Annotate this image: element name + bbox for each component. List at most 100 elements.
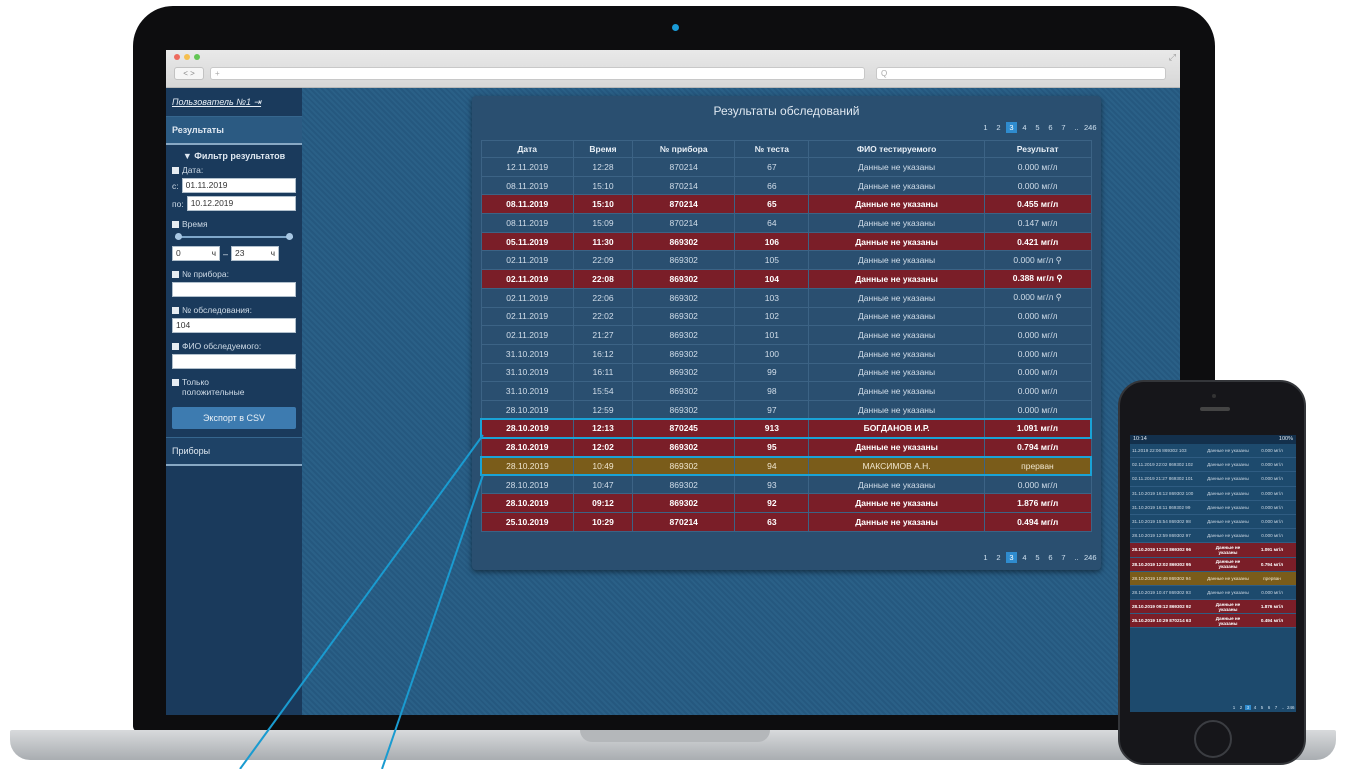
table-row[interactable]: 31.10.2019 16:11 869302 99 Данные не указаны… <box>480 362 1092 383</box>
phone-list-item[interactable]: 02.11.2019 21:27 869302 101 Данные не ука… <box>1130 472 1296 487</box>
table-row[interactable]: 02.11.2019 21:27 869302 101 Данные не указан… <box>480 325 1092 345</box>
phone-page-link[interactable]: 1 <box>1231 705 1237 710</box>
address-bar[interactable]: + <box>210 67 865 80</box>
phone-list-item[interactable]: 28.10.2019 09:12 869302 92 Данные не указ… <box>1130 600 1296 615</box>
column-header[interactable]: Дата <box>480 140 574 158</box>
page-link[interactable]: 4 <box>1019 122 1030 133</box>
time-checkbox[interactable] <box>172 220 179 228</box>
table-row[interactable]: 02.11.2019 22:09 869302 105 Данные не указан… <box>480 250 1092 271</box>
column-header[interactable]: № прибора <box>632 140 736 158</box>
phone-page-link[interactable]: 246 <box>1287 705 1295 710</box>
phone-list-item[interactable]: 31.10.2019 16:12 869302 100 Данные не ука… <box>1130 487 1296 501</box>
table-cell: МАКСИМОВ А.Н. <box>808 455 985 477</box>
page-link[interactable]: 7 <box>1058 552 1069 563</box>
name-checkbox[interactable] <box>172 342 179 350</box>
table-cell: 0.494 мг/л <box>983 512 1092 532</box>
phone-list-item[interactable]: 25.10.2019 10:29 870214 63 Данные не указ… <box>1130 614 1296 629</box>
phone-list-item[interactable]: 28.10.2019 12:59 869302 97 Данные не указ… <box>1130 529 1296 544</box>
column-header[interactable]: ФИО тестируемого <box>808 140 985 158</box>
device-input[interactable] <box>172 282 296 297</box>
table-row[interactable]: 31.10.2019 15:54 869302 98 Данные не указаны… <box>480 381 1092 401</box>
time-from-input[interactable]: 0ч <box>172 246 220 261</box>
table-row[interactable]: 28.10.2019 10:47 869302 93 Данные не указаны… <box>480 474 1092 495</box>
table-row[interactable]: 08.11.2019 15:10 870214 65 Данные не указаны… <box>480 194 1092 215</box>
export-csv-button[interactable]: Экспорт в CSV <box>172 407 296 429</box>
column-header[interactable]: Время <box>572 140 634 158</box>
phone-page-link[interactable]: 2 <box>1238 705 1244 710</box>
phone-page-link[interactable]: 5 <box>1259 705 1265 710</box>
table-row[interactable]: 02.11.2019 22:02 869302 102 Данные не указан… <box>480 306 1092 327</box>
slider-handle-max[interactable] <box>286 233 293 240</box>
date-from-input[interactable]: 01.11.2019 <box>181 178 296 193</box>
phone-list-item[interactable]: 28.10.2019 10:49 869302 94 Данные не указ… <box>1130 571 1296 586</box>
page-link[interactable]: 5 <box>1032 552 1043 563</box>
table-row[interactable]: 08.11.2019 15:09 870214 64 Данные не указаны… <box>480 213 1092 233</box>
maximize-dot[interactable] <box>194 54 200 60</box>
table-row[interactable]: 12.11.2019 12:28 870214 67 Данные не указаны… <box>480 157 1092 177</box>
table-cell: прерван <box>983 455 1092 477</box>
browser-search[interactable]: Q <box>876 67 1166 80</box>
home-button[interactable] <box>1194 720 1232 758</box>
table-row[interactable]: 28.10.2019 10:49 869302 94 МАКСИМОВ А.Н. прер… <box>479 455 1092 477</box>
page-link[interactable]: .. <box>1071 552 1082 563</box>
phone-list-item[interactable]: 28.10.2019 12:13 869302 96 Данные не указ… <box>1130 543 1296 558</box>
logout-icon[interactable]: ⇥ <box>254 97 262 107</box>
table-row[interactable]: 25.10.2019 10:29 870214 63 Данные не указаны… <box>480 512 1092 532</box>
phone-list-item[interactable]: 28.10.2019 10:47 869302 93 Данные не указ… <box>1130 586 1296 601</box>
phone-page-link[interactable]: 4 <box>1252 705 1258 710</box>
close-dot[interactable] <box>174 54 180 60</box>
page-link[interactable]: 5 <box>1032 122 1043 133</box>
sidebar-item-results[interactable]: Результаты <box>166 116 302 145</box>
table-row[interactable]: 28.10.2019 12:02 869302 95 Данные не указаны… <box>480 437 1092 457</box>
table-row[interactable]: 02.11.2019 22:08 869302 104 Данные не указан… <box>480 269 1092 289</box>
phone-list-item[interactable]: 31.10.2019 16:11 869302 99 Данные не указ… <box>1130 501 1296 515</box>
date-checkbox[interactable] <box>172 166 179 174</box>
page-link[interactable]: 1 <box>980 122 991 133</box>
phone-page-link[interactable]: 3 <box>1245 705 1251 710</box>
phone-page-link[interactable]: 7 <box>1273 705 1279 710</box>
page-link[interactable]: 7 <box>1058 122 1069 133</box>
phone-page-link[interactable]: 6 <box>1266 705 1272 710</box>
page-link[interactable]: 246 <box>1084 122 1097 133</box>
time-to-input[interactable]: 23 ч <box>231 246 280 261</box>
table-cell: 100 <box>734 343 810 364</box>
page-link[interactable]: 3 <box>1006 552 1017 563</box>
name-input[interactable] <box>172 354 296 369</box>
slider-handle-min[interactable] <box>175 233 182 240</box>
column-header[interactable]: № теста <box>734 140 810 158</box>
table-row[interactable]: 31.10.2019 16:12 869302 100 Данные не указан… <box>480 343 1092 364</box>
exam-input[interactable]: 104 <box>172 318 296 333</box>
table-row[interactable]: 28.10.2019 09:12 869302 92 Данные не указаны… <box>480 493 1092 514</box>
table-row[interactable]: 28.10.2019 12:13 870245 913 БОГДАНОВ И.Р. 1.0… <box>479 418 1092 439</box>
column-header[interactable]: Результат <box>983 140 1092 158</box>
table-row[interactable]: 28.10.2019 12:59 869302 97 Данные не указаны… <box>480 399 1092 420</box>
user-link[interactable]: Пользователь №1 ⇥ <box>166 88 302 116</box>
date-to-input[interactable]: 10.12.2019 <box>186 196 296 211</box>
table-row[interactable]: 02.11.2019 22:06 869302 103 Данные не указан… <box>480 287 1092 308</box>
table-row[interactable]: 05.11.2019 11:30 869302 106 Данные не указан… <box>480 231 1092 252</box>
minimize-dot[interactable] <box>184 54 190 60</box>
nav-buttons[interactable]: < > <box>174 67 204 80</box>
phone-page-link[interactable]: .. <box>1280 705 1286 710</box>
page-link[interactable]: 3 <box>1006 122 1017 133</box>
page-link[interactable]: .. <box>1071 122 1082 133</box>
fullscreen-icon[interactable]: ⤢ <box>1169 52 1176 63</box>
phone-list-item[interactable]: 28.10.2019 12:02 869302 95 Данные не указ… <box>1130 557 1296 572</box>
page-link[interactable]: 1 <box>980 552 991 563</box>
page-link[interactable]: 2 <box>993 122 1004 133</box>
phone-list-item[interactable]: 02.11.2019 22:02 869302 102 Данные не ука… <box>1130 458 1296 473</box>
phone-list-item[interactable]: 11.2019 22:06 869302 103 Данные не указан… <box>1130 444 1296 459</box>
time-slider[interactable] <box>175 233 293 241</box>
device-checkbox[interactable] <box>172 270 179 278</box>
page-link[interactable]: 6 <box>1045 552 1056 563</box>
table-row[interactable]: 08.11.2019 15:10 870214 66 Данные не указаны… <box>480 175 1092 196</box>
sidebar-item-devices[interactable]: Приборы <box>166 437 302 466</box>
phone-list-item[interactable]: 31.10.2019 15:54 869302 98 Данные не указ… <box>1130 515 1296 530</box>
page-link[interactable]: 246 <box>1084 552 1097 563</box>
positive-checkbox[interactable] <box>172 379 179 386</box>
page-link[interactable]: 2 <box>993 552 1004 563</box>
exam-checkbox[interactable] <box>172 306 179 314</box>
page-link[interactable]: 4 <box>1019 552 1030 563</box>
table-cell: 0.000 мг/л <box>983 399 1092 420</box>
page-link[interactable]: 6 <box>1045 122 1056 133</box>
